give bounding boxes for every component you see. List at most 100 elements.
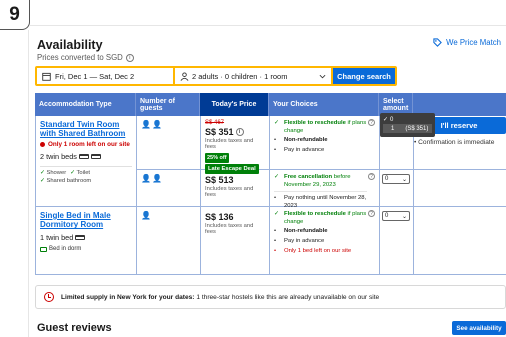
col-choices: Your Choices [269,93,379,116]
dropdown-option[interactable]: ✓ 0 [383,115,432,124]
dorm-text: Bed in dorm [49,246,82,253]
choice-emphasis: Free cancellation [284,174,333,180]
original-price: S$ 467 [205,120,225,126]
dropdown-option[interactable]: 1 (S$ 351) [383,124,432,133]
choice-payment: • Pay in advance [274,147,367,155]
room-info: Standard Twin Room with Shared Bathroom … [36,116,137,206]
availability-warning: Only 1 room left on our site [40,141,132,148]
guest-capacity: 👤👤 [137,170,201,206]
price-cell: S$ 467 S$ 351 i Includes taxes and fees … [201,116,270,174]
bed-icon [75,235,86,241]
person-icon: 👤👤 [141,174,163,183]
search-bar: Fri, Dec 1 — Sat, Dec 2 2 adults · 0 chi… [35,66,397,86]
change-search-button[interactable]: Change search [333,68,395,84]
amount-select[interactable]: 0 ⌄ [382,174,410,184]
amenity-label: Shower [46,170,67,177]
guests-summary: 2 adults · 0 children · 1 room [192,71,288,81]
info-icon[interactable]: i [235,128,244,136]
currency-note: Prices converted to SGD i [37,53,134,62]
taxes-note: Includes taxes and fees [205,223,254,235]
beds-text: 2 twin beds [40,152,77,162]
info-icon[interactable]: i [125,53,134,62]
choice-payment: • Pay in advance [274,238,367,246]
notice-detail: 1 three-star hostels like this are alrea… [194,293,380,301]
guest-capacity: 👤👤 [137,116,201,169]
check-icon: ✓ [274,120,279,126]
person-icon: 👤 [141,211,152,220]
amenity-label: Toilet [76,170,91,177]
tag-icon [433,38,442,47]
amenity: ✓ Shower [40,170,66,178]
price-cell: S$ 136 Includes taxes and fees [201,207,270,274]
current-price: S$ 351 i [205,127,265,137]
select-value: 0 [385,176,389,182]
guests-selector[interactable]: 2 adults · 0 children · 1 room [175,68,331,84]
page-title: Availability [37,38,103,52]
amount-cell: 0 ⌄ [380,207,414,274]
price-match-link[interactable]: We Price Match [433,38,501,47]
date-picker[interactable]: Fri, Dec 1 — Sat, Dec 2 [37,68,173,84]
bed-icon [78,154,89,160]
col-price: Today's Price [200,93,269,116]
bullet-icon: • [274,147,277,154]
amount-select[interactable]: 0 ⌄ [382,211,410,221]
choice-emphasis: Flexible to reschedule [284,211,346,217]
see-availability-button[interactable]: See availability [452,321,506,335]
bullet-icon: • [274,247,277,254]
room-info: Single Bed in Male Dormitory Room 1 twin… [36,207,137,274]
info-icon[interactable]: ? [368,119,375,126]
reserve-cell [414,207,506,274]
option-label: 1 [391,125,395,132]
notice-text: Limited supply in New York for your date… [61,294,379,301]
choice-cancellation: ✓ Free cancellation before November 29, … [274,174,367,189]
divider [40,166,132,168]
amenity-row: ✓ Shower ✓ Toilet [40,170,132,178]
chevron-down-icon: ⌄ [401,176,407,183]
amount-dropdown-menu: ✓ 0 1 (S$ 351) [380,113,435,137]
choice-text: Only 1 bed left on our site [284,247,352,254]
choice-availability: • Only 1 bed left on our site [274,248,367,256]
room-options: 👤 S$ 136 Includes taxes and fees ✓ Flexi… [137,207,506,274]
choices-cell: ✓ Flexible to reschedule if plans change… [270,116,380,169]
frame-divider [30,25,506,26]
bed-info: 1 twin bed [40,233,132,242]
option-price: (S$ 351) [405,125,429,132]
current-price: S$ 136 [205,212,234,222]
guest-capacity: 👤 [137,207,201,274]
bullet-icon: • [274,137,277,144]
bed-info: 2 twin beds [40,152,132,161]
choice-text: Non-refundable [284,137,328,144]
date-range: Fri, Dec 1 — Sat, Dec 2 [55,71,135,81]
discount-badge: 25% off [205,153,229,163]
amenities: ✓ Shower ✓ Toilet ✓ Shared bathroom [40,170,132,186]
amount-cell: 0 ⌄ [380,170,414,206]
room-male-dorm: Single Bed in Male Dormitory Room 1 twin… [35,207,506,275]
info-icon[interactable]: ? [368,173,375,180]
choices-cell: ✓ Flexible to reschedule if plans change… [270,207,380,274]
room-name-link[interactable]: Standard Twin Room with Shared Bathroom [40,120,132,138]
info-icon[interactable]: ? [368,210,375,217]
price-match-label: We Price Match [446,38,501,47]
option-label: 0 [390,116,394,123]
limited-supply-notice: Limited supply in New York for your date… [35,285,506,309]
calendar-icon [42,72,51,81]
reserve-cell [414,170,506,206]
choice-text: Flexible to reschedule if plans change [284,120,367,135]
warning-text: Only 1 room left on our site [48,141,130,149]
dorm-icon [40,246,47,252]
chevron-down-icon [319,74,326,78]
col-guests: Number of guests [136,93,200,116]
choice-nonrefundable: • Non-refundable [274,137,367,145]
beds-text: 1 twin bed [40,233,74,243]
warning-dot-icon [40,142,45,148]
choice-text: Non-refundable [284,228,328,235]
room-option-row: 👤👤 S$ 513 Includes taxes and fees ✓ Free… [137,170,506,209]
choice-emphasis: Flexible to reschedule [284,120,346,126]
choice-text: Free cancellation before November 29, 20… [284,174,367,189]
bed-icon [90,154,101,160]
reviews-heading: Guest reviews [37,322,112,334]
room-name-link[interactable]: Single Bed in Male Dormitory Room [40,211,132,229]
choice-nonrefundable: • Non-refundable [274,228,367,236]
choice-text: Pay in advance [284,238,325,245]
person-icon: 👤👤 [141,120,163,129]
